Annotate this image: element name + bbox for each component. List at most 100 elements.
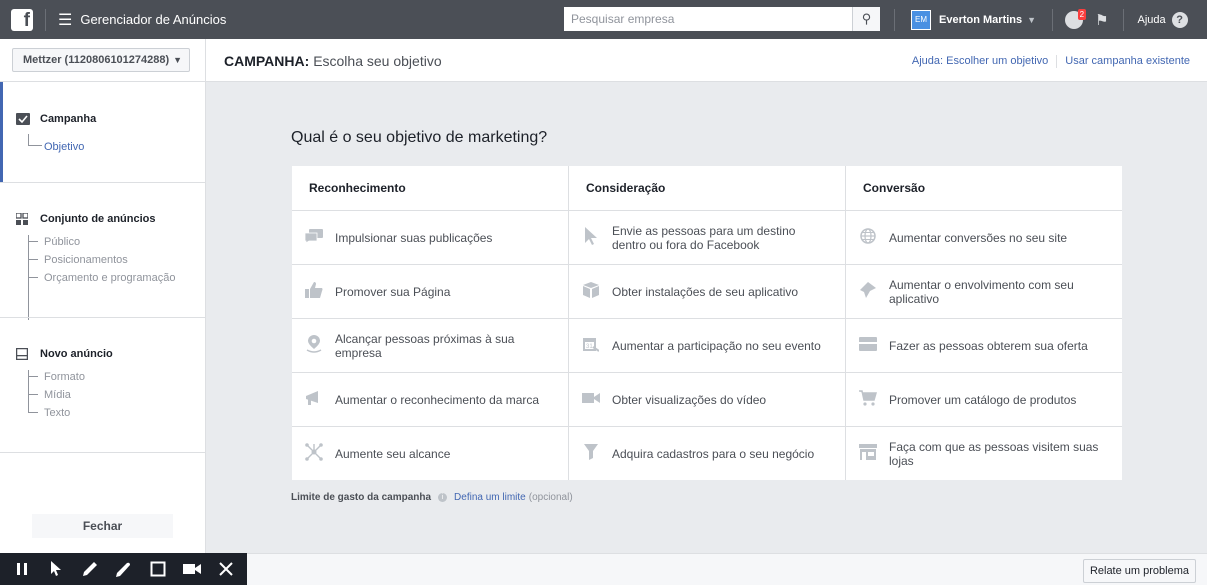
objective-label: Aumentar o reconhecimento da marca (335, 392, 540, 407)
user-name[interactable]: Everton Martins (939, 14, 1022, 26)
use-existing-campaign-link[interactable]: Usar campanha existente (1065, 55, 1190, 68)
set-limit-link[interactable]: Defina um limite (454, 492, 526, 503)
campaign-check-icon (16, 113, 30, 125)
objective-option[interactable]: 31 Aumentar a participação no seu evento (569, 319, 845, 373)
sidebar-item-conjunto[interactable]: Conjunto de anúncios (15, 212, 156, 225)
objective-option[interactable]: Impulsionar suas publicações (292, 211, 568, 265)
report-problem-button[interactable]: Relate um problema (1082, 559, 1196, 583)
cursor-icon[interactable] (42, 557, 69, 581)
help-label[interactable]: Ajuda (1138, 14, 1166, 26)
spend-limit-row: Limite de gasto da campanha i Defina um … (291, 492, 573, 503)
sidebar-item-label: Campanha (40, 113, 97, 125)
offer-ticket-icon (858, 336, 878, 355)
pause-icon[interactable] (8, 557, 35, 581)
app-engagement-icon (858, 281, 878, 302)
sidebar-item-label: Conjunto de anúncios (40, 213, 156, 225)
active-indicator (0, 82, 3, 182)
objective-label: Adquira cadastros para o seu negócio (612, 447, 815, 461)
sidebar-item-midia[interactable]: Mídia (24, 389, 71, 401)
pencil-icon[interactable] (76, 557, 103, 581)
objective-label: Aumentar a participação no seu evento (612, 338, 821, 353)
sidebar-item-objetivo[interactable]: Objetivo (24, 141, 84, 153)
sidebar-section-campanha[interactable]: Campanha Objetivo (0, 82, 206, 182)
objective-label: Alcançar pessoas próximas à sua empresa (335, 331, 515, 360)
column-reconhecimento: Reconhecimento Impulsionar suas publicaç… (292, 166, 569, 480)
page-header: CAMPANHA: Escolha seu objetivo Ajuda: Es… (206, 39, 1207, 82)
megaphone-icon (304, 390, 324, 410)
sidebar-item-novo-anuncio[interactable]: Novo anúncio (15, 347, 113, 361)
divider (45, 8, 46, 31)
sidebar-item-texto[interactable]: Texto (24, 407, 70, 419)
app-title[interactable]: Gerenciador de Anúncios (80, 12, 226, 27)
objective-option[interactable]: Obter visualizações do vídeo (569, 373, 845, 427)
objective-option[interactable]: Obter instalações de seu aplicativo (569, 265, 845, 319)
objective-label: Aumentar conversões no seu site (889, 230, 1068, 245)
avatar[interactable]: EM (911, 9, 931, 30)
objective-grid: Reconhecimento Impulsionar suas publicaç… (292, 166, 1122, 480)
objective-option[interactable]: Aumentar o reconhecimento da marca (292, 373, 568, 427)
close-icon[interactable] (212, 557, 239, 581)
sidebar-item-formato[interactable]: Formato (24, 371, 85, 383)
funnel-icon (581, 444, 601, 464)
sidebar-section-novo-anuncio[interactable]: Novo anúncio Formato Mídia Texto (0, 318, 206, 452)
notifications-globe-icon[interactable]: 2 (1065, 8, 1087, 29)
objective-option[interactable]: Aumentar o envolvimento com seu aplicati… (846, 265, 1122, 319)
divider (0, 452, 206, 453)
notification-badge: 2 (1077, 8, 1087, 20)
divider (894, 8, 895, 31)
location-pin-icon (304, 334, 324, 357)
objective-option[interactable]: Faça com que as pessoas visitem suas loj… (846, 427, 1122, 481)
objective-option[interactable]: Aumentar conversões no seu site (846, 211, 1122, 265)
sidebar-item-campanha[interactable]: Campanha (16, 113, 96, 125)
flag-icon[interactable]: ⚑ (1095, 11, 1108, 29)
objective-option[interactable]: Adquira cadastros para o seu negócio (569, 427, 845, 481)
objective-option[interactable]: Envie as pessoas para um destino dentro … (569, 211, 845, 265)
hamburger-menu-icon[interactable]: ☰ (58, 10, 72, 30)
search-input[interactable] (564, 7, 852, 31)
calendar-icon: 31 (581, 336, 601, 356)
close-button[interactable]: Fechar (32, 514, 173, 538)
sidebar-item-orcamento[interactable]: Orçamento e programação (24, 272, 175, 284)
help-objective-link[interactable]: Ajuda: Escolher um objetivo (912, 55, 1048, 68)
page-title-prefix: CAMPANHA: (224, 53, 310, 69)
column-title: Reconhecimento (292, 166, 568, 211)
storefront-icon (858, 444, 878, 464)
column-conversao: Conversão Aumentar conversões no seu sit… (846, 166, 1122, 480)
globe-icon (858, 227, 878, 248)
objective-label: Aumente seu alcance (335, 447, 451, 461)
objective-option[interactable]: Alcançar pessoas próximas à sua empresa (292, 319, 568, 373)
facebook-logo-icon[interactable]: f (11, 8, 33, 31)
thumbs-up-icon (304, 281, 324, 302)
objective-label: Obter instalações de seu aplicativo (612, 284, 799, 299)
objective-option[interactable]: Promover um catálogo de produtos (846, 373, 1122, 427)
objective-option[interactable]: Aumente seu alcance (292, 427, 568, 481)
objective-option[interactable]: Promover sua Página (292, 265, 568, 319)
objective-label: Envie as pessoas para um destino dentro … (612, 223, 796, 252)
sidebar-item-posicionamentos[interactable]: Posicionamentos (24, 254, 128, 266)
objective-option[interactable]: Fazer as pessoas obterem sua oferta (846, 319, 1122, 373)
help-question-icon[interactable]: ? (1171, 11, 1188, 28)
chevron-down-icon: ▼ (173, 55, 183, 65)
objective-label: Promover sua Página (335, 284, 451, 299)
video-camera-icon (581, 391, 601, 408)
search-box: ⚲ (564, 7, 880, 31)
topbar-right: EM Everton Martins ▼ 2 ⚑ Ajuda ? (894, 0, 1188, 39)
account-selector[interactable]: Mettzer (1120806101274288) ▼ (12, 48, 190, 72)
chevron-down-icon[interactable]: ▼ (1027, 15, 1036, 25)
sidebar-section-conjunto[interactable]: Conjunto de anúncios Público Posicioname… (0, 183, 206, 320)
speech-bubble-icon (304, 228, 324, 247)
highlighter-icon[interactable] (110, 557, 137, 581)
shopping-cart-icon (858, 389, 878, 410)
video-camera-icon[interactable] (178, 557, 205, 581)
reach-nodes-icon (304, 443, 324, 465)
objective-question: Qual é o seu objetivo de marketing? (291, 129, 548, 146)
divider (1056, 55, 1058, 68)
sidebar-item-publico[interactable]: Público (24, 236, 80, 248)
top-bar: f ☰ Gerenciador de Anúncios ⚲ EM Everton… (0, 0, 1207, 39)
rectangle-icon[interactable] (144, 557, 171, 581)
sidebar-item-label: Novo anúncio (40, 348, 113, 360)
page-title-text: Escolha seu objetivo (313, 53, 442, 69)
objective-label: Faça com que as pessoas visitem suas loj… (889, 440, 1099, 468)
search-icon[interactable]: ⚲ (852, 7, 880, 31)
info-icon[interactable]: i (438, 493, 448, 502)
